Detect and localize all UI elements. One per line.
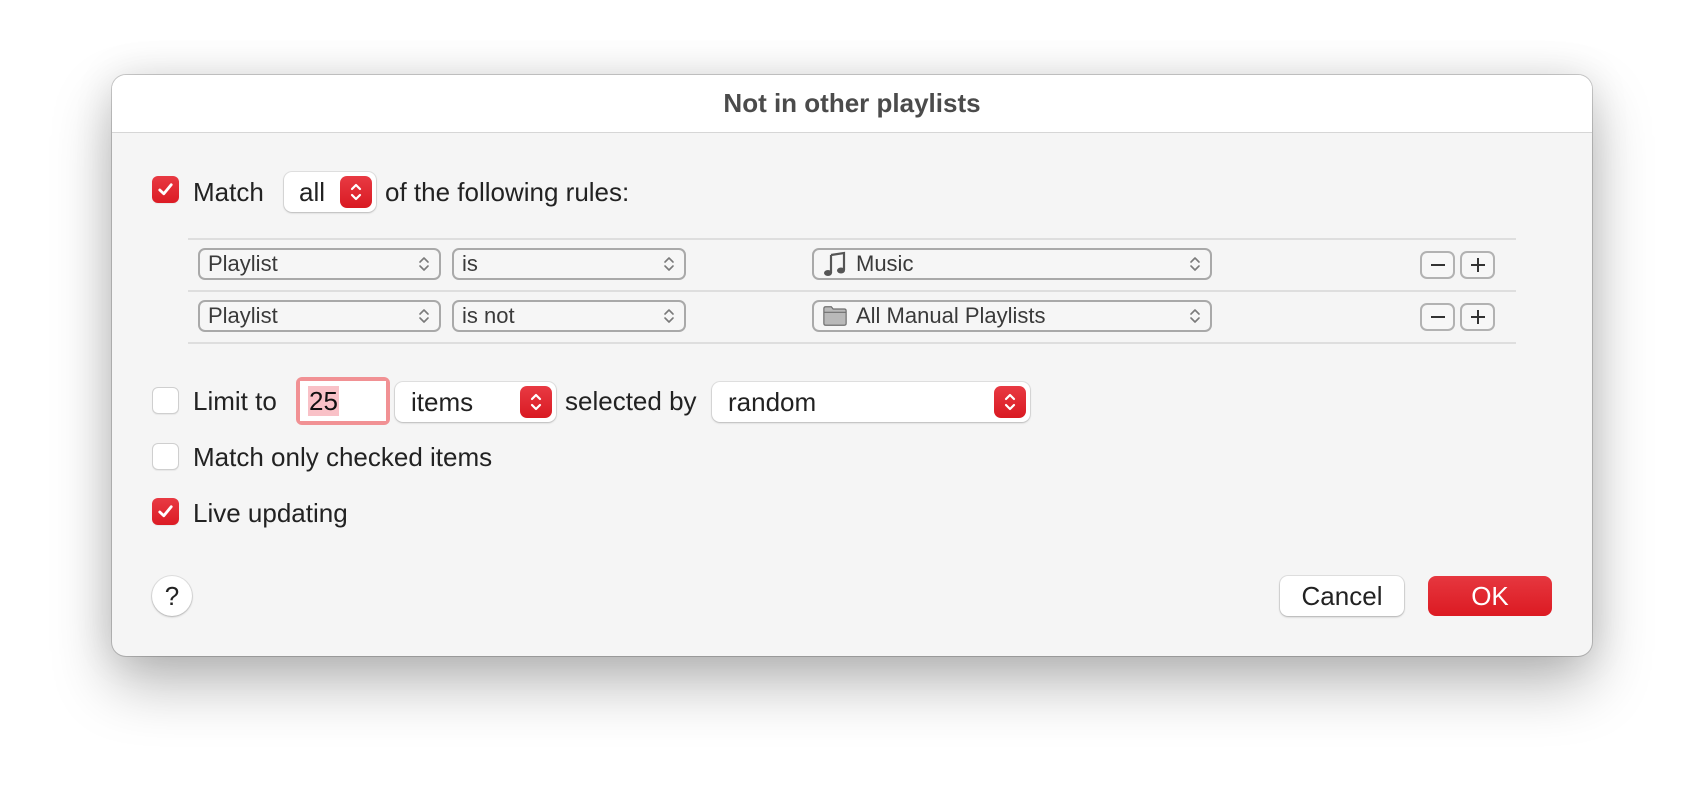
updown-chevron-icon	[664, 309, 674, 323]
rule-1-value-popup[interactable]: Music	[812, 248, 1212, 280]
updown-chevron-icon	[1190, 309, 1200, 323]
match-label: Match	[193, 177, 264, 207]
stepper-arrows-icon	[994, 386, 1026, 418]
rule-2-value: All Manual Playlists	[856, 303, 1046, 328]
ok-button[interactable]: OK	[1428, 576, 1552, 616]
stepper-arrows-icon	[340, 176, 372, 208]
match-suffix-label: of the following rules:	[385, 177, 630, 207]
rule-1-field-popup[interactable]: Playlist	[198, 248, 441, 280]
rule-2-field-value: Playlist	[208, 303, 278, 328]
rule-1-remove-button[interactable]	[1420, 251, 1455, 279]
match-mode-popup[interactable]: all	[284, 172, 376, 212]
limit-value-text: 25	[308, 386, 339, 416]
help-button[interactable]: ?	[152, 576, 192, 616]
rule-2-remove-button[interactable]	[1420, 303, 1455, 331]
live-updating-label: Live updating	[193, 498, 348, 528]
limit-unit-popup[interactable]: items	[395, 382, 556, 422]
rule-1-value: Music	[856, 251, 914, 276]
plus-icon	[1470, 310, 1485, 324]
minus-icon	[1430, 264, 1445, 266]
music-note-icon	[822, 251, 848, 276]
rule-1-field-value: Playlist	[208, 251, 278, 276]
stepper-arrows-icon	[520, 386, 552, 418]
rule-2-operator-popup[interactable]: is not	[452, 300, 686, 332]
rule-2-value-popup[interactable]: All Manual Playlists	[812, 300, 1212, 332]
title-bar: Not in other playlists	[112, 75, 1592, 133]
rule-1-operator-value: is	[462, 251, 478, 276]
updown-chevron-icon	[419, 257, 429, 271]
rule-2-field-popup[interactable]: Playlist	[198, 300, 441, 332]
limit-checkbox[interactable]	[152, 387, 179, 414]
folder-icon	[822, 304, 848, 328]
rules-divider	[188, 238, 1516, 240]
limit-label: Limit to	[193, 386, 277, 416]
selected-by-label: selected by	[565, 386, 697, 416]
updown-chevron-icon	[419, 309, 429, 323]
cancel-button[interactable]: Cancel	[1280, 576, 1404, 616]
match-checked-only-label: Match only checked items	[193, 442, 493, 472]
dialog-title: Not in other playlists	[723, 88, 981, 118]
rule-2-operator-value: is not	[462, 303, 515, 328]
smart-playlist-dialog: Not in other playlists	[112, 75, 1592, 656]
rules-divider	[188, 290, 1516, 292]
rule-1-operator-popup[interactable]: is	[452, 248, 686, 280]
selected-by-value: random	[728, 386, 817, 417]
checkmark-icon	[158, 183, 173, 196]
selected-by-popup[interactable]: random	[712, 382, 1030, 422]
minus-icon	[1430, 316, 1445, 318]
question-mark-icon: ?	[164, 580, 180, 611]
checkmark-icon	[158, 505, 173, 518]
live-updating-checkbox[interactable]	[152, 498, 179, 525]
match-mode-value: all	[299, 176, 326, 207]
updown-chevron-icon	[1190, 257, 1200, 271]
plus-icon	[1470, 258, 1485, 272]
limit-value-field[interactable]: 25	[296, 377, 390, 425]
rule-2-add-button[interactable]	[1460, 303, 1495, 331]
limit-unit-value: items	[411, 386, 474, 417]
rules-divider	[188, 342, 1516, 344]
match-checked-only-checkbox[interactable]	[152, 443, 179, 470]
rule-1-add-button[interactable]	[1460, 251, 1495, 279]
match-checkbox[interactable]	[152, 176, 179, 203]
updown-chevron-icon	[664, 257, 674, 271]
